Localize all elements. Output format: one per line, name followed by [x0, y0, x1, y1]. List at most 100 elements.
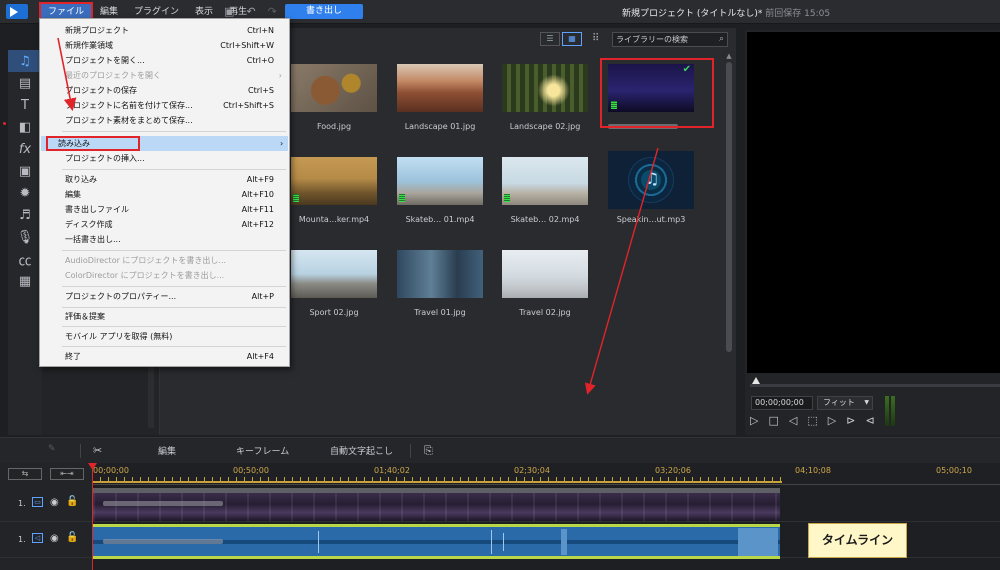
- keyframe-button[interactable]: キーフレーム: [236, 444, 289, 457]
- menu-new-project[interactable]: 新規プロジェクト Ctrl+N: [41, 23, 288, 38]
- menu-project-properties[interactable]: プロジェクトのプロパティー... Alt+P: [41, 289, 288, 304]
- preview-window[interactable]: [747, 32, 1000, 373]
- next-frame-icon[interactable]: ▷: [828, 414, 836, 427]
- audio-clip[interactable]: [93, 524, 780, 559]
- media-label: Landscape 01.jpg: [404, 122, 476, 131]
- track-manager-icon[interactable]: ⇆: [8, 468, 42, 480]
- pip-room-icon[interactable]: ▣: [8, 160, 42, 182]
- menu-item-label: 取り込み: [65, 175, 97, 184]
- snapshot-icon[interactable]: ⬚: [807, 414, 817, 427]
- redo-icon[interactable]: ↷: [268, 5, 277, 18]
- loop-icon[interactable]: ⊲: [865, 414, 874, 427]
- menu-save-as[interactable]: プロジェクトに名前を付けて保存... Ctrl+Shift+S: [41, 98, 288, 113]
- particle-room-icon[interactable]: ✹: [8, 182, 42, 204]
- fix-enhance-icon[interactable]: ✎: [48, 444, 56, 454]
- media-label: Travel 02.jpg: [519, 308, 571, 317]
- media-item-skateboard-01[interactable]: Skateb… 01.mp4: [397, 157, 483, 224]
- voiceover-icon[interactable]: 🎙: [8, 226, 42, 248]
- menu-import[interactable]: 読み込み: [46, 136, 140, 151]
- play-icon[interactable]: ▷: [750, 414, 758, 427]
- scroll-up-icon[interactable]: ▲: [725, 52, 733, 60]
- menu-item-label: 一括書き出し...: [65, 235, 121, 244]
- menu-get-mobile-app[interactable]: モバイル アプリを取得 (無料): [41, 329, 288, 344]
- stop-icon[interactable]: □: [768, 414, 778, 427]
- export-button[interactable]: 書き出し: [285, 4, 363, 19]
- eye-icon[interactable]: ◉: [50, 533, 59, 544]
- thumbnail-size-icon[interactable]: ⠿: [592, 33, 599, 44]
- list-view-icon[interactable]: ☰: [540, 32, 560, 46]
- title-room-icon[interactable]: T: [8, 94, 42, 116]
- grid-view-icon[interactable]: ▦: [562, 32, 582, 46]
- library-scrollbar[interactable]: ▲: [725, 52, 733, 432]
- split-icon[interactable]: ✂: [93, 444, 102, 457]
- fit-timeline-icon[interactable]: ⇤⇥: [50, 468, 84, 480]
- prev-frame-icon[interactable]: ◁: [789, 414, 797, 427]
- audio-mixing-icon[interactable]: ♬: [8, 204, 42, 226]
- preview-timecode[interactable]: 00;00;00;00: [751, 396, 813, 410]
- thumbnail: [397, 157, 483, 205]
- lock-icon[interactable]: 🔓: [66, 496, 78, 507]
- menu-create-disc[interactable]: ディスク作成 Alt+F12: [41, 217, 288, 232]
- menu-recent-projects[interactable]: 最近のプロジェクトを開く ›: [41, 68, 288, 83]
- media-item-audio[interactable]: ♫ Speakin…ut.mp3: [608, 151, 694, 224]
- export-clip-icon[interactable]: ⎘: [424, 444, 433, 458]
- media-item-travel-01[interactable]: Travel 01.jpg: [397, 250, 483, 317]
- media-item-landscape-01[interactable]: Landscape 01.jpg: [397, 64, 483, 131]
- ruler-tick: 04;10;08: [795, 466, 831, 475]
- preview-seek-bar[interactable]: [750, 384, 1000, 387]
- menu-shortcut: Alt+F12: [241, 220, 274, 229]
- menu-save-project[interactable]: プロジェクトの保存 Ctrl+S: [41, 83, 288, 98]
- menu-insert-project[interactable]: プロジェクトの挿入...: [41, 151, 288, 166]
- library-search-input[interactable]: ライブラリーの検索 ⌕: [612, 32, 728, 47]
- media-item-sport-02[interactable]: Sport 02.jpg: [291, 250, 377, 317]
- menu-item-label: 新規プロジェクト: [65, 26, 129, 35]
- video-clip-icon: [504, 194, 510, 202]
- media-item-mountain[interactable]: Mounta…ker.mp4: [291, 157, 377, 224]
- menu-item-label: 書き出しファイル: [65, 205, 129, 214]
- menu-open-project[interactable]: プロジェクトを開く... Ctrl+O: [41, 53, 288, 68]
- menu-item-label: ColorDirector にプロジェクトを書き出し...: [65, 271, 225, 280]
- track-number: 1.: [18, 499, 26, 508]
- chapter-room-icon[interactable]: ▦: [8, 270, 42, 292]
- lock-icon[interactable]: 🔓: [66, 532, 78, 543]
- notification-dot: [3, 122, 6, 125]
- zoom-select[interactable]: フィット: [817, 396, 873, 410]
- effect-room-icon[interactable]: fx: [8, 138, 42, 160]
- menu-rate-suggest[interactable]: 評価＆提案: [41, 309, 288, 324]
- template-room-icon[interactable]: ▤: [8, 72, 42, 94]
- transition-room-icon[interactable]: ◧: [8, 116, 42, 138]
- menu-edit-mode[interactable]: 編集 Alt+F10: [41, 187, 288, 202]
- media-item-skateboard-02[interactable]: Skateb… 02.mp4: [502, 157, 588, 224]
- subtitle-room-icon[interactable]: ㏄: [8, 248, 42, 270]
- media-item-landscape-02[interactable]: Landscape 02.jpg: [502, 64, 588, 131]
- ruler-tick: 00;00;00: [93, 466, 129, 475]
- menu-audiodirector-export[interactable]: AudioDirector にプロジェクトを書き出し...: [41, 253, 288, 268]
- edit-button[interactable]: 編集: [158, 444, 176, 457]
- video-clip[interactable]: [93, 488, 780, 521]
- menu-new-workspace[interactable]: 新規作業領域 Ctrl+Shift+W: [41, 38, 288, 53]
- menu-pack-materials[interactable]: プロジェクト素材をまとめて保存...: [41, 113, 288, 128]
- scroll-thumb[interactable]: [726, 62, 732, 352]
- menu-batch-export[interactable]: 一括書き出し...: [41, 232, 288, 247]
- thumbnail: [397, 64, 483, 112]
- save-icon[interactable]: ▣: [224, 5, 234, 18]
- menu-exit[interactable]: 終了 Alt+F4: [41, 349, 288, 364]
- media-item-food[interactable]: Food.jpg: [291, 64, 377, 131]
- menu-item-label: 評価＆提案: [65, 312, 105, 321]
- search-icon[interactable]: ⌕: [719, 33, 724, 46]
- undo-icon[interactable]: ↶: [246, 5, 255, 18]
- media-item-travel-02[interactable]: Travel 02.jpg: [502, 250, 588, 317]
- menu-colordirector-export[interactable]: ColorDirector にプロジェクトを書き出し...: [41, 268, 288, 283]
- menu-export-file[interactable]: 書き出しファイル Alt+F11: [41, 202, 288, 217]
- fast-forward-icon[interactable]: ⊳: [846, 414, 855, 427]
- seek-handle[interactable]: [752, 377, 760, 384]
- waveform-spike: [738, 528, 778, 556]
- vu-right: [891, 396, 895, 426]
- auto-caption-button[interactable]: 自動文字起こし: [330, 444, 393, 457]
- ruler-tick: 00;50;00: [233, 466, 269, 475]
- menu-shortcut: Ctrl+Shift+W: [220, 41, 274, 50]
- menu-capture[interactable]: 取り込み Alt+F9: [41, 172, 288, 187]
- eye-icon[interactable]: ◉: [50, 497, 59, 508]
- media-room-icon[interactable]: ♫: [8, 50, 42, 72]
- timeline-playhead[interactable]: [92, 463, 93, 570]
